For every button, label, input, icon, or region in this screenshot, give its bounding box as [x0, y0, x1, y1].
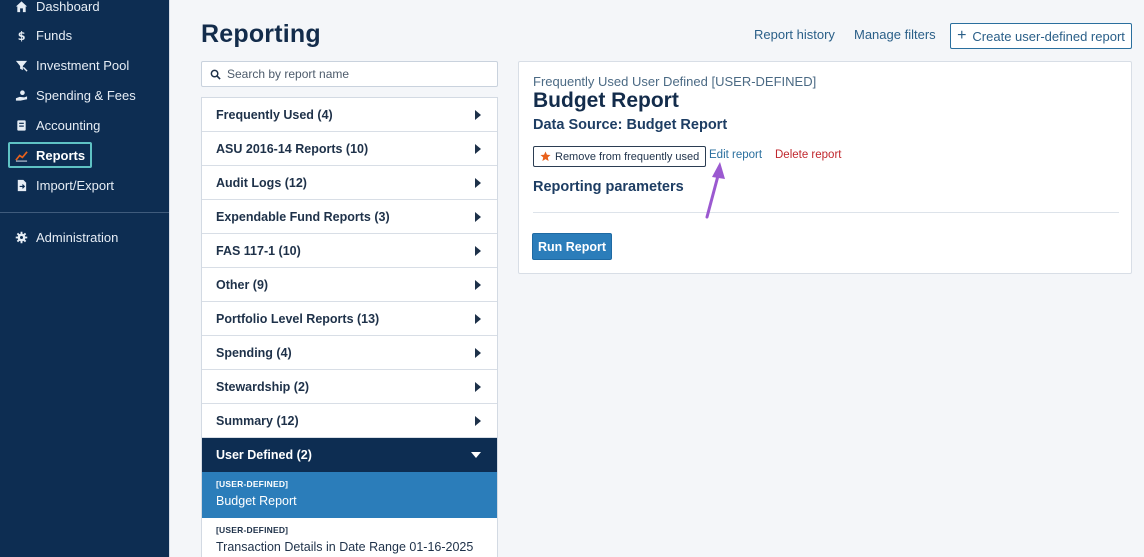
category-spending[interactable]: Spending (4)	[202, 336, 497, 370]
expand-arrow-icon	[475, 347, 481, 358]
nav-reports-label: Reports	[36, 147, 86, 163]
expand-arrow-icon	[475, 279, 481, 290]
category-label: Frequently Used (4)	[216, 107, 333, 122]
category-label: Stewardship (2)	[216, 379, 310, 394]
dollar-icon: $	[18, 30, 26, 42]
category-stewardship[interactable]: Stewardship (2)	[202, 370, 497, 404]
report-detail-panel: Frequently Used User Defined [USER-DEFIN…	[518, 61, 1132, 274]
funnel-icon	[15, 60, 28, 72]
category-label: Expendable Fund Reports (3)	[216, 209, 390, 224]
line-chart-icon	[15, 150, 28, 162]
report-category-list: Frequently Used (4) ASU 2016-14 Reports …	[201, 97, 498, 557]
nav-funds-label: Funds	[36, 27, 73, 43]
nav-import-export-label: Import/Export	[36, 177, 115, 193]
search-input[interactable]	[227, 67, 487, 81]
collapse-arrow-icon	[471, 452, 481, 458]
search-box[interactable]	[201, 61, 498, 87]
report-item-transaction-details[interactable]: [USER-DEFINED] Transaction Details in Da…	[202, 518, 497, 557]
category-audit-logs[interactable]: Audit Logs (12)	[202, 166, 497, 200]
run-report-button[interactable]: Run Report	[532, 233, 612, 260]
category-frequently-used[interactable]: Frequently Used (4)	[202, 98, 497, 132]
category-label: Summary (12)	[216, 413, 299, 428]
expand-arrow-icon	[475, 143, 481, 154]
nav-spending-fees[interactable]: Spending & Fees	[8, 82, 143, 108]
nav-administration[interactable]: Administration	[8, 224, 125, 250]
data-source-label: Data Source: Budget Report	[533, 117, 728, 133]
expand-arrow-icon	[475, 245, 481, 256]
report-item-name: Transaction Details in Date Range 01-16-…	[216, 540, 474, 554]
page-title: Reporting	[201, 20, 321, 48]
nav-funds[interactable]: $ Funds	[8, 22, 79, 48]
plus-icon: +	[957, 27, 967, 44]
ledger-icon	[17, 119, 26, 131]
nav-reports[interactable]: Reports	[8, 142, 93, 168]
category-summary[interactable]: Summary (12)	[202, 404, 497, 438]
sidebar-divider	[0, 212, 169, 213]
category-label: ASU 2016-14 Reports (10)	[216, 141, 369, 156]
category-label: User Defined (2)	[216, 448, 312, 462]
nav-administration-label: Administration	[36, 229, 119, 245]
report-type-tag: [USER-DEFINED]	[216, 525, 289, 535]
category-label: Other (9)	[216, 277, 269, 292]
expand-arrow-icon	[475, 177, 481, 188]
file-transfer-icon	[17, 179, 27, 191]
nav-dashboard-label: Dashboard	[36, 0, 100, 14]
divider	[533, 212, 1119, 213]
svg-text:$: $	[18, 30, 26, 42]
category-expendable-fund[interactable]: Expendable Fund Reports (3)	[202, 200, 497, 234]
report-history-link[interactable]: Report history	[754, 27, 835, 42]
report-title: Budget Report	[533, 89, 679, 112]
nav-investment-pool[interactable]: Investment Pool	[8, 52, 136, 78]
main-content: Reporting Report history Manage filters …	[169, 0, 1144, 557]
remove-from-frequently-used-button[interactable]: Remove from frequently used	[533, 146, 707, 167]
manage-filters-link[interactable]: Manage filters	[854, 27, 936, 42]
create-user-defined-report-button[interactable]: + Create user-defined report	[950, 23, 1132, 49]
category-label: Portfolio Level Reports (13)	[216, 311, 380, 326]
report-item-name: Budget Report	[216, 494, 297, 508]
search-icon	[210, 69, 221, 80]
home-icon	[15, 0, 28, 12]
category-label: Spending (4)	[216, 345, 292, 360]
nav-dashboard[interactable]: Dashboard	[8, 0, 107, 19]
sidebar: Dashboard $ Funds Investment Pool Spendi…	[0, 0, 169, 557]
gear-icon	[15, 231, 28, 243]
report-type-tag: [USER-DEFINED]	[216, 479, 289, 489]
nav-spending-fees-label: Spending & Fees	[36, 87, 136, 103]
expand-arrow-icon	[475, 313, 481, 324]
category-label: Audit Logs (12)	[216, 175, 307, 190]
category-portfolio-level[interactable]: Portfolio Level Reports (13)	[202, 302, 497, 336]
hand-coin-icon	[15, 89, 28, 101]
nav-accounting-label: Accounting	[36, 117, 101, 133]
edit-report-link[interactable]: Edit report	[709, 149, 762, 161]
category-fas-117-1[interactable]: FAS 117-1 (10)	[202, 234, 497, 268]
report-kicker: Frequently Used User Defined [USER-DEFIN…	[533, 74, 817, 89]
category-user-defined[interactable]: User Defined (2)	[202, 438, 497, 472]
nav-import-export[interactable]: Import/Export	[8, 172, 121, 198]
reporting-parameters-heading: Reporting parameters	[533, 179, 684, 195]
nav-investment-pool-label: Investment Pool	[36, 57, 130, 73]
category-label: FAS 117-1 (10)	[216, 243, 301, 258]
delete-report-link[interactable]: Delete report	[775, 149, 841, 161]
category-asu-2016-14[interactable]: ASU 2016-14 Reports (10)	[202, 132, 497, 166]
remove-button-label: Remove from frequently used	[555, 150, 700, 163]
report-item-budget-report[interactable]: [USER-DEFINED] Budget Report	[202, 472, 497, 518]
expand-arrow-icon	[475, 415, 481, 426]
expand-arrow-icon	[475, 381, 481, 392]
expand-arrow-icon	[475, 109, 481, 120]
category-other[interactable]: Other (9)	[202, 268, 497, 302]
star-icon	[540, 151, 551, 161]
expand-arrow-icon	[475, 211, 481, 222]
create-report-label: Create user-defined report	[972, 28, 1125, 44]
nav-accounting[interactable]: Accounting	[8, 112, 107, 138]
